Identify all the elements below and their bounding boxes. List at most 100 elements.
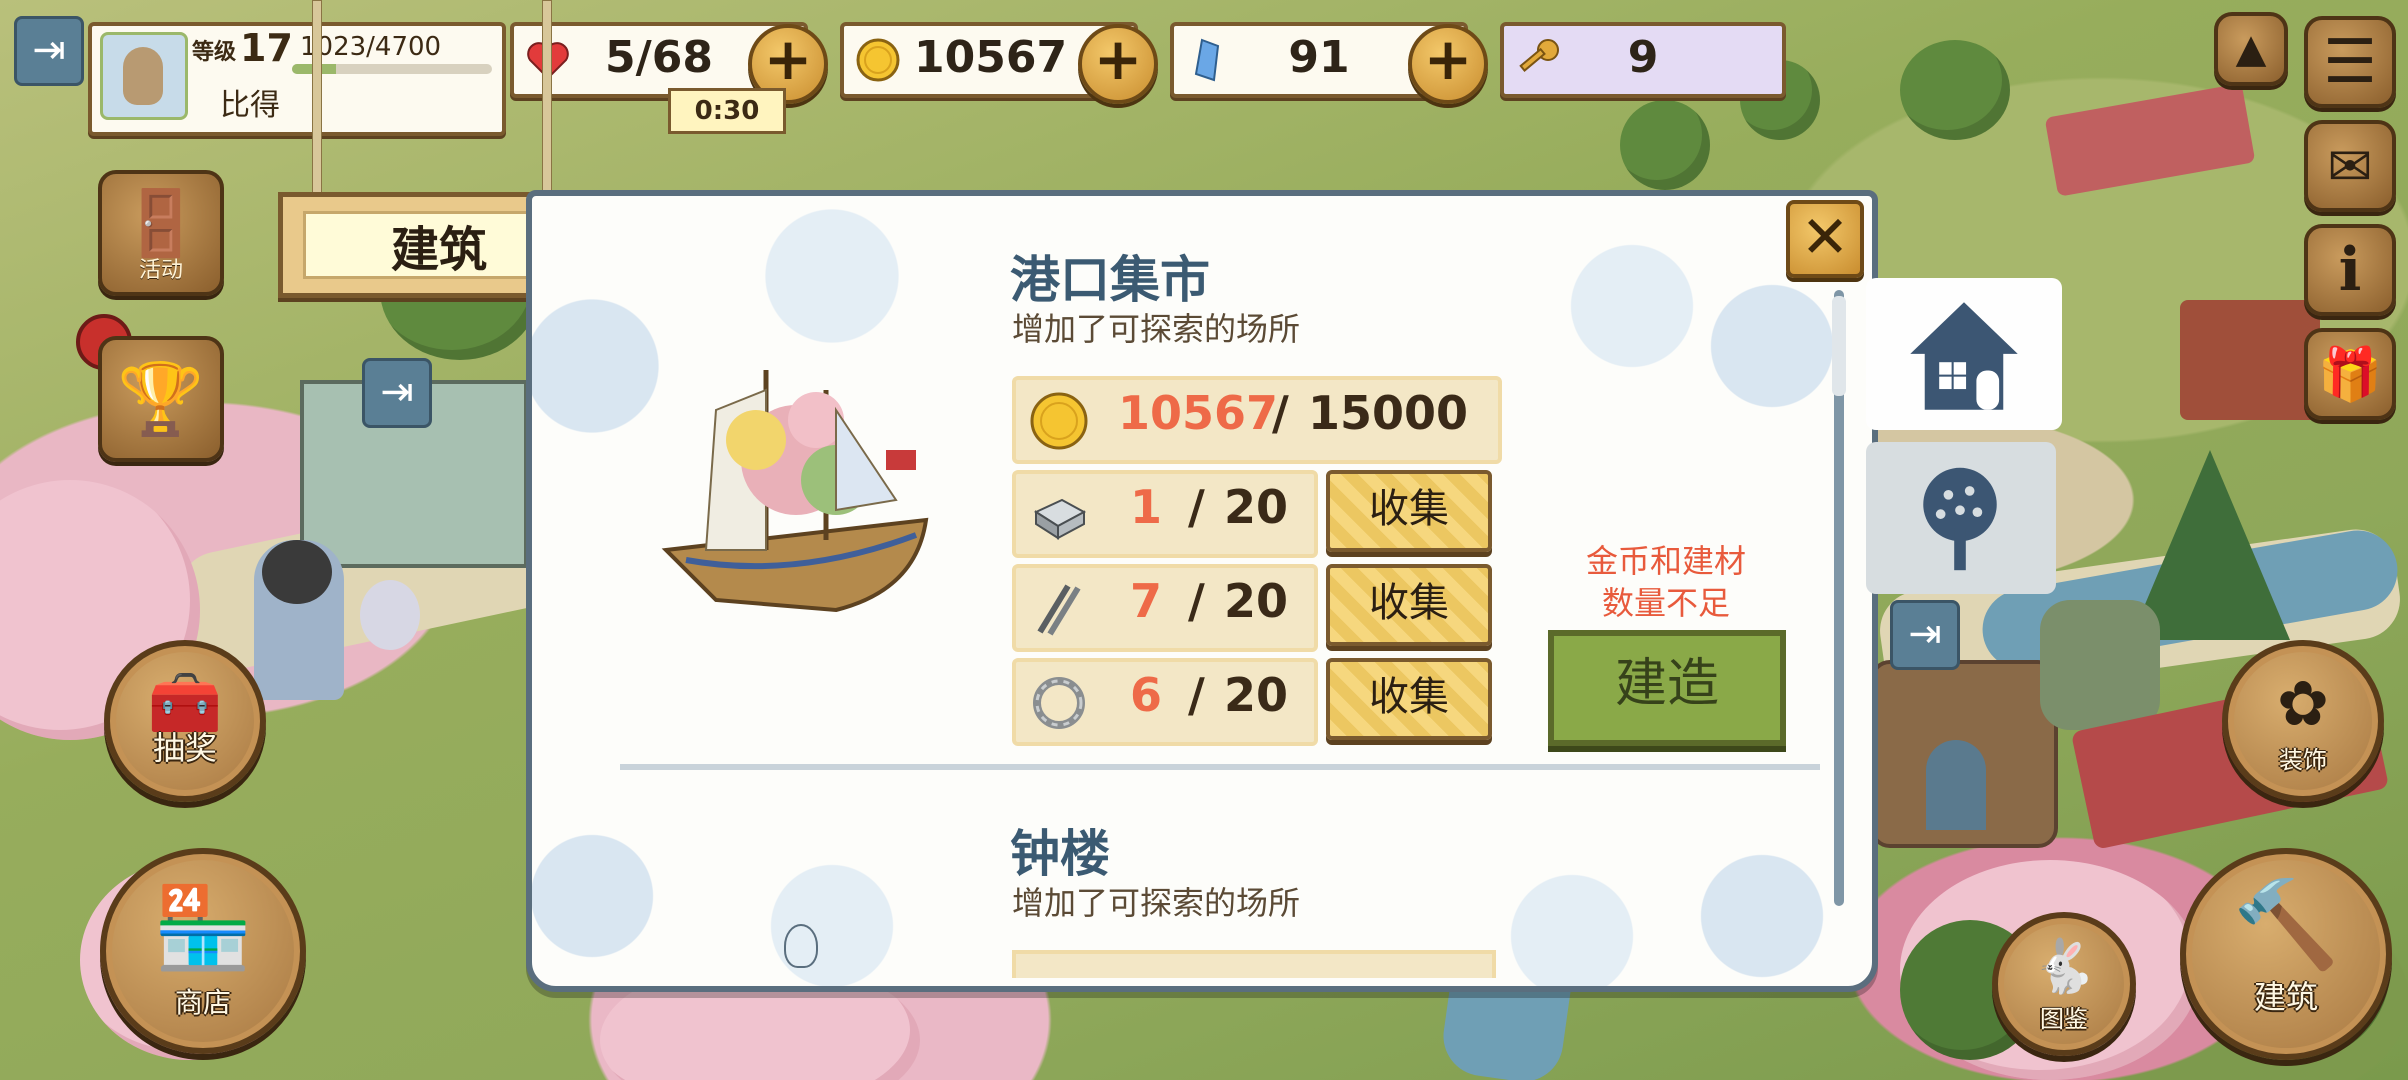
exit-icon[interactable]: ⇥ <box>1890 600 1960 670</box>
coin-have: 10567 <box>1118 386 1279 440</box>
flower-icon: ✿ <box>2277 667 2329 740</box>
rabbit-silhouette-icon: 🐇 <box>2031 937 2097 998</box>
building-name: 港口集市 <box>1010 251 1210 309</box>
build-menu-label: 建筑 <box>2253 978 2318 1016</box>
hearts-counter: 5/68 + <box>510 22 828 104</box>
material-need: 20 <box>1224 480 1289 534</box>
coins-value: 10567 <box>914 32 1068 83</box>
sign-rope <box>312 0 322 198</box>
slash: / <box>1188 668 1205 722</box>
trophy-icon: 🏆 <box>117 357 205 440</box>
add-gems-button[interactable]: + <box>1408 24 1488 104</box>
coin-requirement: 10567 / 15000 <box>1012 376 1502 464</box>
collect-button[interactable]: 收集 <box>1326 470 1492 552</box>
house-icon <box>1910 302 2018 410</box>
material-requirement: 1 / 20 <box>1012 470 1318 558</box>
envelope-icon: ✉ <box>2327 134 2373 198</box>
building-description: 增加了可探索的场所 <box>1012 884 1301 922</box>
triangle-up-icon: ▲ <box>2235 26 2267 72</box>
slash: / <box>1188 480 1205 534</box>
character-mouse-head <box>262 540 332 604</box>
shop-button[interactable]: 🏪 商店 <box>100 848 306 1054</box>
coin-icon <box>1030 392 1088 450</box>
decor-button[interactable]: ✿ 装饰 <box>2222 640 2384 802</box>
player-panel[interactable]: 等级 17 1023/4700 比得 <box>88 22 506 136</box>
lottery-label: 抽奖 <box>152 729 217 767</box>
hearts-value: 5/68 <box>605 32 713 83</box>
rope-ring-icon <box>1033 677 1085 729</box>
info-button[interactable]: i <box>2304 224 2396 316</box>
build-menu-button[interactable]: 🔨 建筑 <box>2180 848 2392 1060</box>
harbor-market-ship-image <box>661 370 929 613</box>
garden-bush <box>1900 40 2010 140</box>
player-avatar[interactable] <box>100 32 188 120</box>
gems-value: 91 <box>1288 32 1350 83</box>
collect-button[interactable]: 收集 <box>1326 564 1492 646</box>
mail-button[interactable]: ✉ <box>2304 120 2396 212</box>
gems-counter: 91 + <box>1170 22 1488 104</box>
sign-rope <box>542 0 552 198</box>
warning-line: 数量不足 <box>1601 584 1730 622</box>
brick-oven[interactable] <box>2180 300 2320 420</box>
exit-icon[interactable]: ⇥ <box>14 16 84 86</box>
slash: / <box>1272 386 1289 440</box>
coin-requirement-partial <box>1012 950 1496 978</box>
gift-button[interactable]: 🎁 <box>2304 328 2396 420</box>
coin-need: 15000 <box>1308 386 1469 440</box>
material-requirement: 7 / 20 <box>1012 564 1318 652</box>
gem-icon <box>1194 38 1220 82</box>
stone-block-icon <box>1033 498 1087 540</box>
add-coins-button[interactable]: + <box>1078 24 1158 104</box>
shop-label: 商店 <box>174 985 231 1019</box>
section-divider <box>620 764 1820 770</box>
insufficient-warning: 金币和建材 数量不足 <box>1556 540 1776 624</box>
stump-house-door <box>1926 740 1986 830</box>
garden-bush <box>1620 100 1710 190</box>
topiary-reindeer[interactable] <box>2040 600 2160 730</box>
nails-icon <box>1037 584 1081 636</box>
coin-icon <box>856 38 900 82</box>
material-have: 7 <box>1130 574 1163 628</box>
info-icon: i <box>2338 235 2362 305</box>
collect-button[interactable]: 收集 <box>1326 658 1492 740</box>
key-icon <box>1519 39 1559 72</box>
level-label: 等级 <box>192 40 237 65</box>
material-have: 6 <box>1130 668 1163 722</box>
level-number: 17 <box>240 26 293 70</box>
building-description: 增加了可探索的场所 <box>1012 310 1301 348</box>
catalog-label: 图鉴 <box>2040 1005 2088 1034</box>
catalog-button[interactable]: 🐇 图鉴 <box>1992 912 2136 1056</box>
material-need: 20 <box>1224 668 1289 722</box>
material-need: 20 <box>1224 574 1289 628</box>
build-button[interactable]: 建造 <box>1548 630 1786 746</box>
rabbit-sketch-icon <box>784 924 818 968</box>
keys-counter: 9 <box>1500 22 1786 98</box>
decor-label: 装饰 <box>2279 746 2327 774</box>
exit-icon[interactable]: ⇥ <box>362 358 432 428</box>
event-label: 活动 <box>138 258 183 283</box>
character-bunny[interactable] <box>360 580 420 650</box>
event-button[interactable]: 🚪 活动 <box>98 170 224 296</box>
tab-houses[interactable] <box>1866 278 2062 430</box>
market-stall-icon: 🏪 <box>153 881 253 975</box>
slash: / <box>1188 574 1205 628</box>
lottery-button[interactable]: 🧰 抽奖 <box>104 640 266 802</box>
hammer-icon: 🔨 <box>2232 875 2340 975</box>
building-name: 钟楼 <box>1010 825 1110 883</box>
trophy-button[interactable]: 🏆 <box>98 336 224 462</box>
close-button[interactable]: ✕ <box>1786 200 1864 278</box>
tab-trees[interactable] <box>1866 442 2056 594</box>
gift-icon: 🎁 <box>2317 344 2383 405</box>
warning-line: 金币和建材 <box>1585 542 1746 580</box>
keys-value: 9 <box>1627 32 1659 83</box>
tree-icon <box>1923 467 1997 571</box>
hamburger-icon: ☰ <box>2323 27 2377 97</box>
scrollbar-thumb[interactable] <box>1832 296 1846 396</box>
heart-timer: 0:30 <box>668 88 786 134</box>
xp-bar <box>292 64 492 74</box>
main-menu-button[interactable]: ☰ <box>2304 16 2396 108</box>
player-name: 比得 <box>220 88 280 123</box>
collapse-menu-button[interactable]: ▲ <box>2214 12 2288 86</box>
coins-counter: 10567 + <box>840 22 1158 104</box>
material-requirement: 6 / 20 <box>1012 658 1318 746</box>
